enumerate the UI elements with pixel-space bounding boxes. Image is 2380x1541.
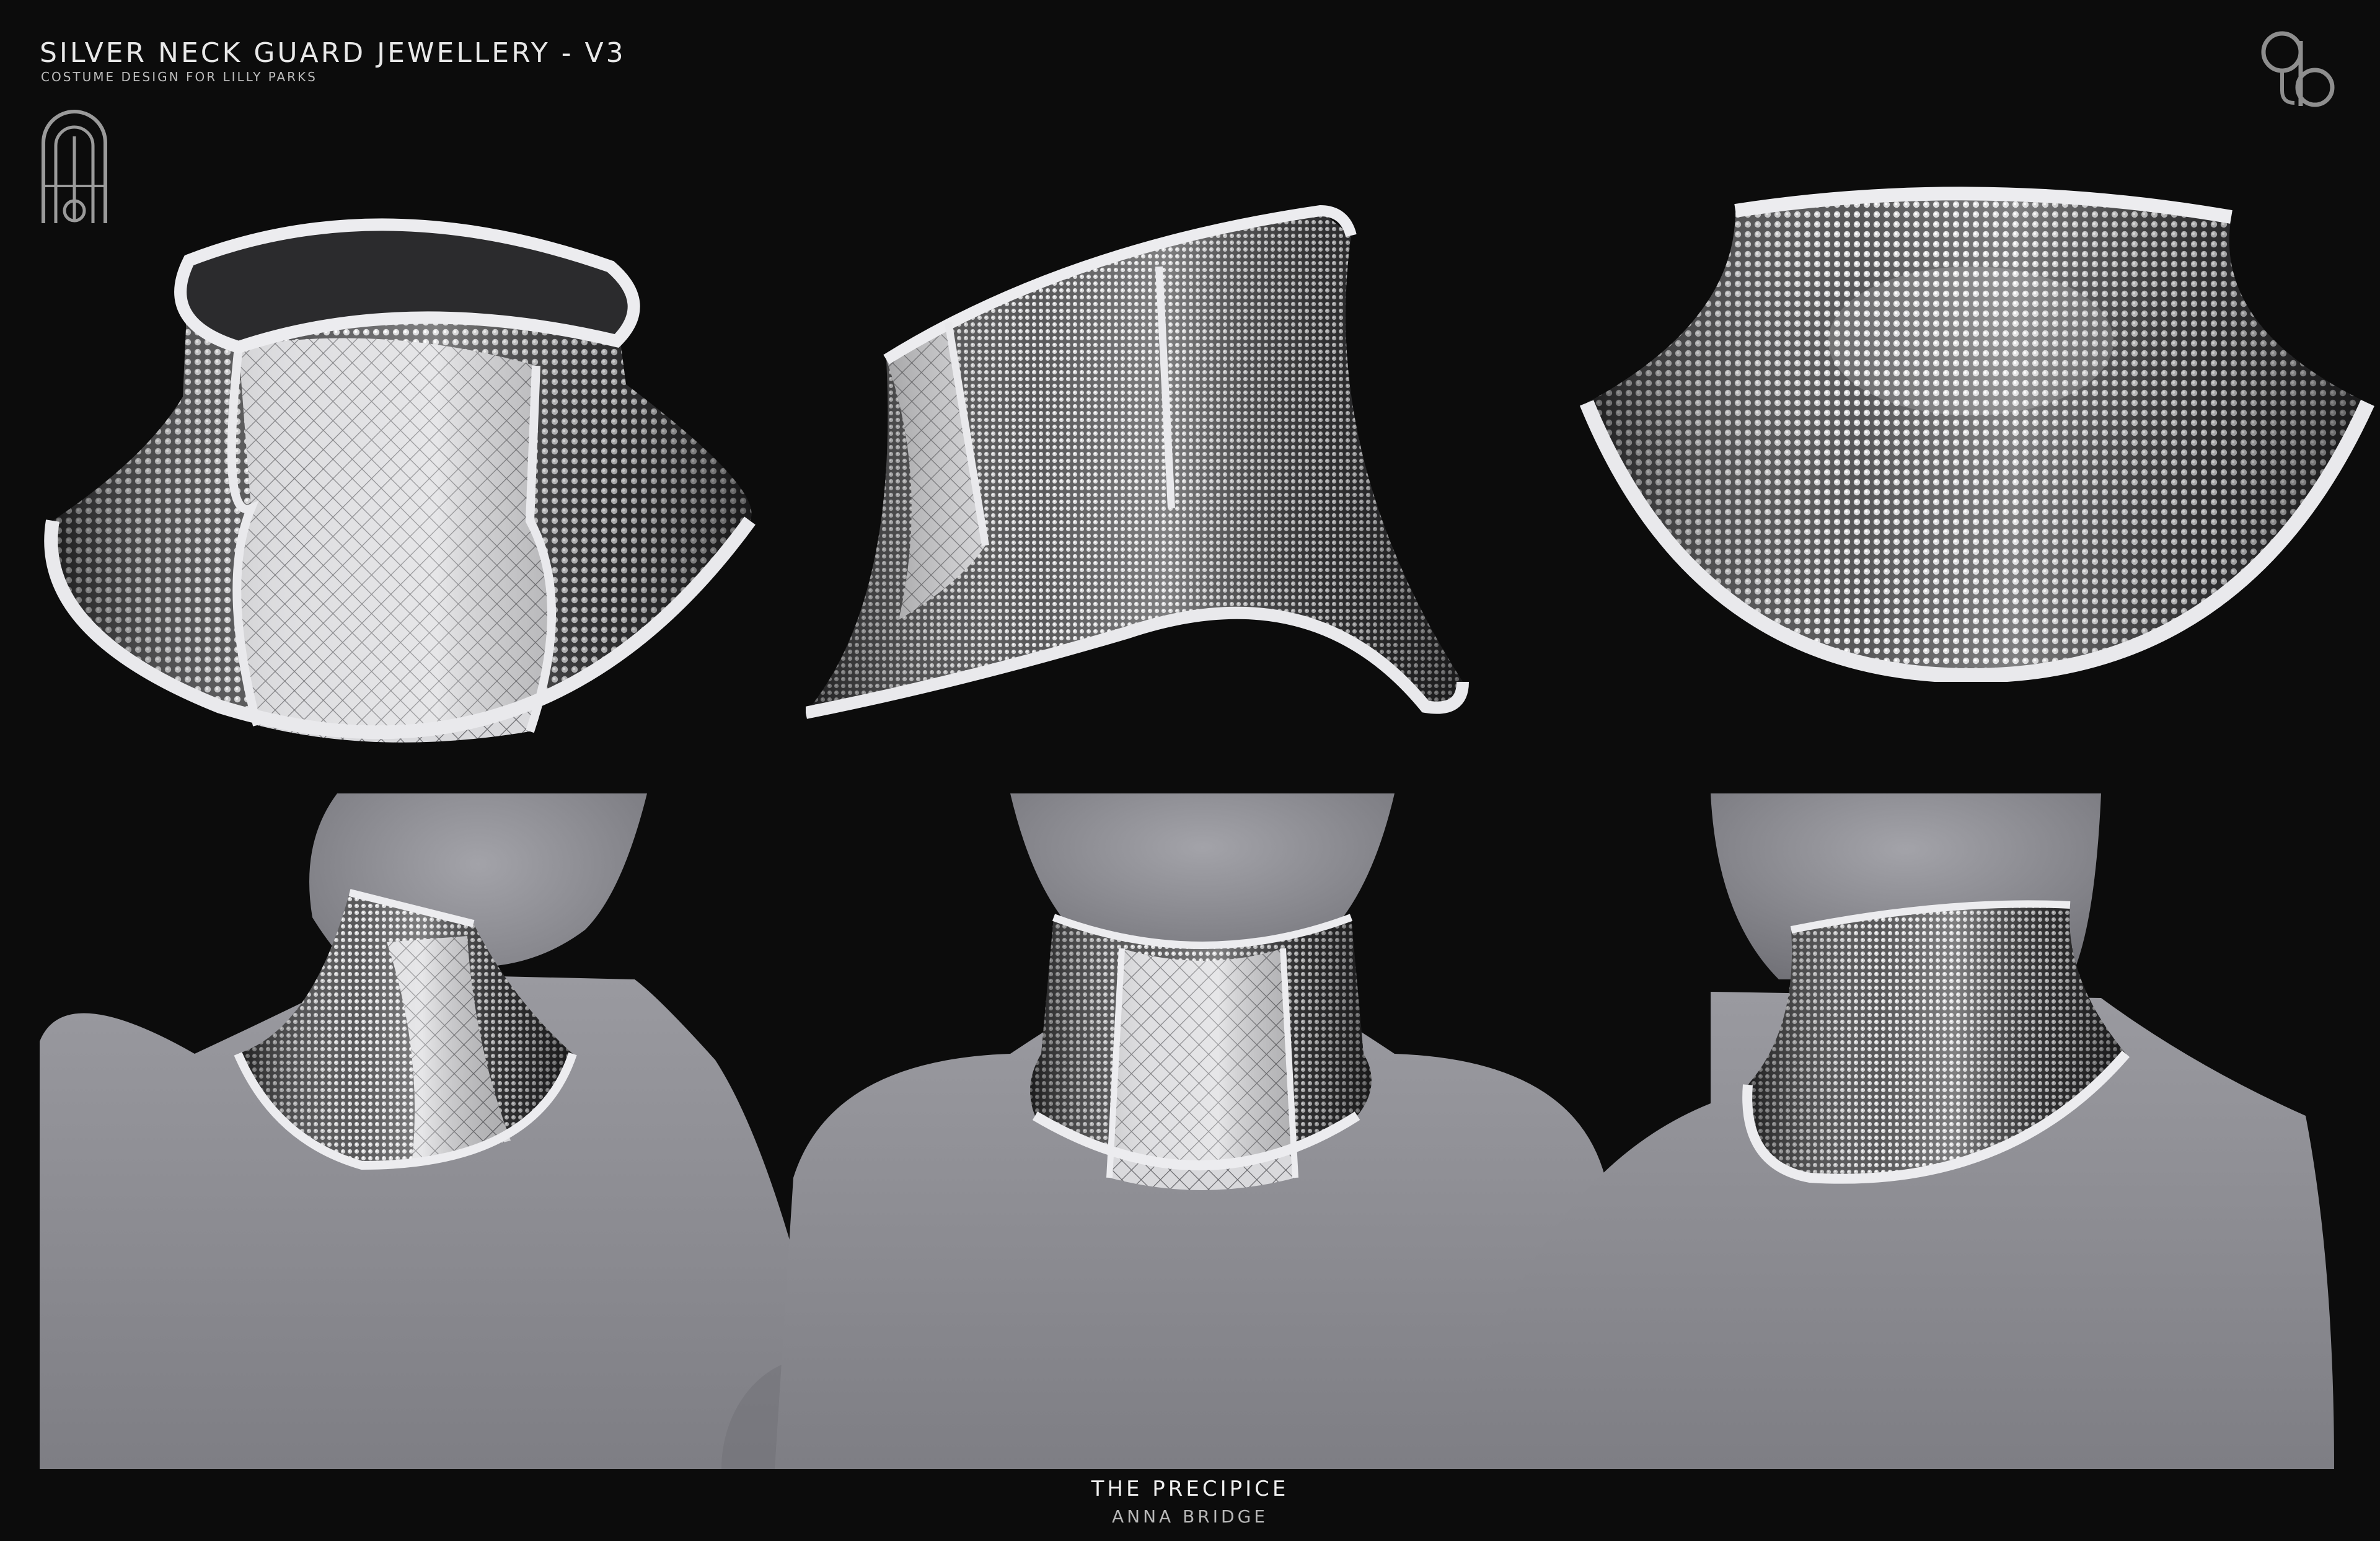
project-title: THE PRECIPICE	[1091, 1477, 1289, 1501]
mannequin-three-quarter	[40, 793, 845, 1469]
page-subtitle: COSTUME DESIGN FOR LILLY PARKS	[41, 69, 317, 84]
page-title: SILVER NECK GUARD JEWELLERY - V3	[40, 37, 626, 69]
neck-guard-front-three-quarter	[44, 218, 756, 743]
monogram-logo-icon	[2261, 31, 2335, 107]
author-name: ANNA BRIDGE	[1112, 1506, 1268, 1527]
neck-guard-side	[806, 205, 1469, 719]
mannequin-back	[1450, 793, 2334, 1469]
neck-guard-back	[1579, 187, 2374, 682]
